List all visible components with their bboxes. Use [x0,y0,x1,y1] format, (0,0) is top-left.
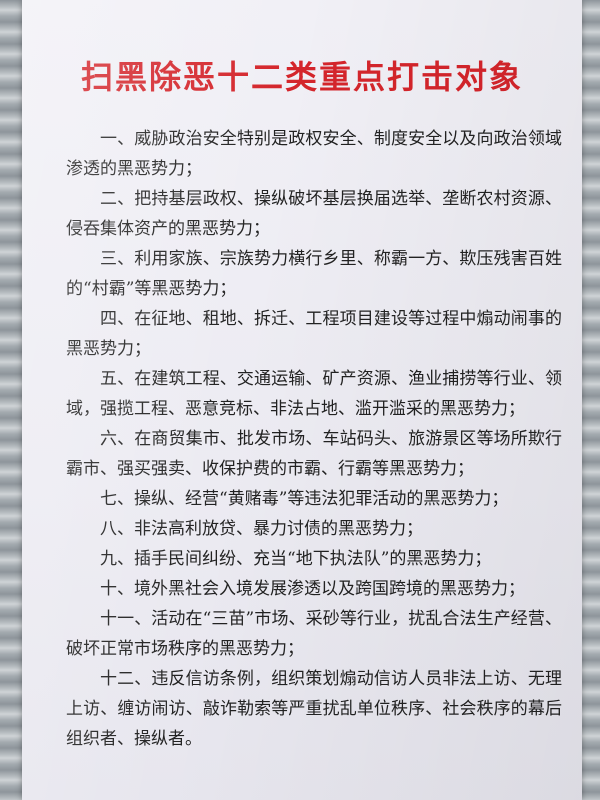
list-item-10: 十、境外黑社会入境发展渗透以及跨国跨境的黑恶势力； [100,579,525,599]
list-item-2: 二、把持基层政权、操纵破坏基层换届选举、垄断农村资源、侵吞集体资产的黑恶势力； [66,189,562,239]
list-item-9: 九、插手民间纠纷、充当“地下执法队”的黑恶势力； [100,549,492,569]
list-item-12: 十二、违反信访条例，组织策划煽动信访人员非法上访、无理上访、缠访闹访、敲诈勒索等… [66,669,562,749]
list-item-7: 七、操纵、经营“黄赌毒”等违法犯罪活动的黑恶势力； [100,489,509,509]
poster-title: 扫黑除恶十二类重点打击对象 [80,58,523,96]
list-item-8: 八、非法高利放贷、暴力讨债的黑恶势力； [100,519,423,539]
notice-poster: 扫黑除恶十二类重点打击对象 一、威胁政治安全特别是政权安全、制度安全以及向政治领… [22,0,582,800]
list-item-6: 六、在商贸集市、批发市场、车站码头、旅游景区等场所欺行霸市、强买强卖、收保护费的… [66,429,562,479]
list-item-11: 十一、活动在“三苗”市场、采砂等行业，扰乱合法生产经营、破坏正常市场秩序的黑恶势… [66,609,562,659]
list-item-5: 五、在建筑工程、交通运输、矿产资源、渔业捕捞等行业、领域，强揽工程、恶意竞标、非… [66,369,562,419]
list-item-1: 一、威胁政治安全特别是政权安全、制度安全以及向政治领域渗透的黑恶势力； [66,129,562,179]
list-item-3: 三、利用家族、宗族势力横行乡里、称霸一方、欺压残害百姓的“村霸”等黑恶势力； [66,249,562,299]
poster-body: 一、威胁政治安全特别是政权安全、制度安全以及向政治领域渗透的黑恶势力； 二、把持… [66,124,562,754]
list-item-4: 四、在征地、租地、拆迁、工程项目建设等过程中煽动闹事的黑恶势力； [66,309,562,359]
